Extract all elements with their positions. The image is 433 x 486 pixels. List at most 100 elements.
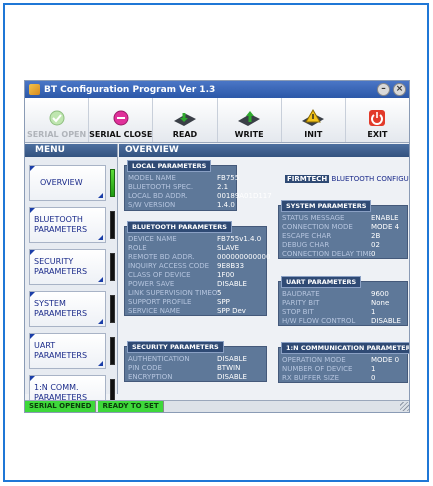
param-row: BAUDRATE 9600 [282, 290, 401, 299]
inactive-indicator [110, 253, 115, 281]
left-menu: MENU OVERVIEW BLUETOOTH PARAMETERS SECUR… [25, 144, 118, 411]
param-value: 000000000000 [217, 253, 271, 261]
corner-marker [98, 277, 103, 282]
param-value: None [371, 299, 390, 307]
param-key: ENCRYPTION [128, 373, 173, 381]
param-key: CONNECTION DELAY TIME [282, 250, 371, 258]
serial-close-button[interactable]: SERIAL CLOSE [89, 98, 154, 142]
param-key: STOP BIT [282, 308, 314, 316]
app-icon [29, 84, 40, 95]
param-value: 1 [371, 365, 376, 373]
window-title: BT Configuration Program Ver 1.3 [44, 84, 216, 95]
param-row: MODEL NAME FB755 [128, 174, 272, 183]
corner-marker [98, 235, 103, 240]
minimize-icon[interactable]: – [377, 83, 390, 96]
param-key: REMOTE BD ADDR. [128, 253, 195, 261]
menu-item-overview[interactable]: OVERVIEW [29, 165, 115, 201]
menu-item-bluetooth[interactable]: BLUETOOTH PARAMETERS [29, 207, 115, 243]
param-value: FB755 [217, 174, 240, 182]
param-value: 1F00 [217, 271, 235, 279]
serial-open-button[interactable]: SERIAL OPEN [25, 98, 90, 142]
param-value: SLAVE [217, 244, 240, 252]
param-row: S/W VERSION 1.4.0 [128, 201, 272, 210]
param-row: STOP BIT 1 [282, 308, 401, 317]
param-row: SUPPORT PROFILE SPP [128, 298, 270, 307]
uart-parameters-panel: UART PARAMETERS BAUDRATE 9600 PARITY BIT No… [278, 276, 408, 326]
param-value: 0 [371, 250, 376, 258]
param-row: DEVICE NAME FB755v1.4.0 [128, 235, 270, 244]
serial-open-label: SERIAL OPEN [26, 130, 87, 139]
param-row: PARITY BIT None [282, 299, 401, 308]
exit-power-icon [369, 110, 386, 126]
serial-open-icon [49, 110, 65, 126]
panel-title: LOCAL PARAMETERS [127, 160, 212, 172]
local-parameters-panel: LOCAL PARAMETERS MODEL NAME FB755 BLUETOOT… [124, 160, 272, 211]
param-value: 02 [371, 241, 380, 249]
param-value: 1 [371, 308, 376, 316]
menu-item-uart[interactable]: UART PARAMETERS [29, 333, 115, 369]
param-value: DISABLE [217, 373, 247, 381]
menu-item-label: OVERVIEW [40, 178, 83, 187]
panel-title: 1:N COMMUNICATION PARAMETERS [281, 342, 409, 354]
toolbar: SERIAL OPEN SERIAL CLOSE READ WRITE INIT… [25, 98, 409, 143]
param-row: SERVICE NAME SPP Dev [128, 307, 270, 316]
param-row: BLUETOOTH SPEC. 2.1 [128, 183, 272, 192]
corner-marker [30, 250, 35, 255]
corner-marker [30, 166, 35, 171]
param-value: 2.1 [217, 183, 229, 191]
app-window: BT Configuration Program Ver 1.3 – × SER… [24, 80, 410, 413]
init-button[interactable]: INIT [282, 98, 346, 142]
write-button[interactable]: WRITE [218, 98, 282, 142]
param-value: MODE 0 [371, 356, 400, 364]
param-row: INQUIRY ACCESS CODE 9E8B33 [128, 262, 270, 271]
exit-label: EXIT [367, 130, 388, 139]
param-key: NUMBER OF DEVICE [282, 365, 353, 373]
param-row: ESCAPE CHAR 2B [282, 232, 399, 241]
param-key: RX BUFFER SIZE [282, 374, 340, 382]
exit-button[interactable]: EXIT [346, 98, 409, 142]
menu-item-system[interactable]: SYSTEM PARAMETERS [29, 291, 115, 327]
menu-item-label: BLUETOOTH PARAMETERS [34, 215, 88, 234]
param-key: DEVICE NAME [128, 235, 177, 243]
param-value: 00189A01D117 [217, 192, 272, 200]
title-bar: BT Configuration Program Ver 1.3 – × [25, 81, 409, 98]
serial-status: SERIAL OPENED [25, 401, 97, 412]
param-key: LOCAL BD ADDR. [128, 192, 188, 200]
close-icon[interactable]: × [393, 83, 406, 96]
corner-marker [98, 319, 103, 324]
param-value: SPP [217, 298, 230, 306]
param-key: SUPPORT PROFILE [128, 298, 192, 306]
comm-parameters-panel: 1:N COMMUNICATION PARAMETERS OPERATION M… [278, 342, 409, 383]
param-row: CLASS OF DEVICE 1F00 [128, 271, 270, 280]
param-row: POWER SAVE DISABLE [128, 280, 270, 289]
param-row: ENCRYPTION DISABLE [128, 373, 247, 382]
panel-title: SYSTEM PARAMETERS [281, 200, 372, 212]
write-label: WRITE [234, 130, 264, 139]
param-key: PARITY BIT [282, 299, 320, 307]
resize-grip-icon[interactable] [400, 402, 409, 411]
menu-item-label: SECURITY PARAMETERS [34, 257, 88, 276]
read-button[interactable]: READ [153, 98, 218, 142]
bluetooth-parameters-panel: BLUETOOTH PARAMETERS DEVICE NAME FB755v1.… [124, 221, 271, 316]
param-value: FB755v1.4.0 [217, 235, 262, 243]
security-parameters-panel: SECURITY PARAMETERS AUTHENTICATION DISABL… [124, 341, 267, 382]
inactive-indicator [110, 295, 115, 323]
param-key: STATUS MESSAGE [282, 214, 345, 222]
param-key: BLUETOOTH SPEC. [128, 183, 194, 191]
serial-close-icon [113, 110, 129, 126]
param-key: OPERATION MODE [282, 356, 346, 364]
menu-item-security[interactable]: SECURITY PARAMETERS [29, 249, 115, 285]
inactive-indicator [110, 211, 115, 239]
corner-marker [30, 208, 35, 213]
param-key: ROLE [128, 244, 147, 252]
param-value: ENABLE [371, 214, 399, 222]
param-key: INQUIRY ACCESS CODE [128, 262, 210, 270]
corner-marker [30, 334, 35, 339]
read-icon [173, 113, 196, 126]
param-value: DISABLE [217, 280, 247, 288]
brand-tag: FIRMTECH [285, 175, 330, 183]
param-key: BAUDRATE [282, 290, 320, 298]
corner-marker [30, 292, 35, 297]
param-value: SPP Dev [217, 307, 246, 315]
status-bar: SERIAL OPENED READY TO SET [25, 400, 409, 412]
